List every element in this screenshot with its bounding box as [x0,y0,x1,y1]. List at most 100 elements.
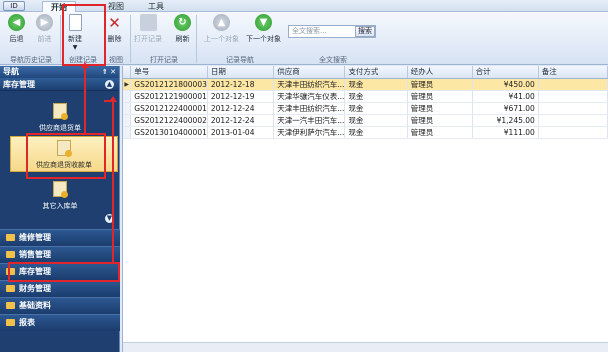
cell-remark [538,102,608,115]
forward-button[interactable]: ▶ 前进 [36,14,53,44]
delete-button[interactable]: ✕ 删除 [106,14,123,44]
separator [60,15,61,63]
horizontal-scrollbar[interactable] [123,342,608,352]
column-header-supplier[interactable]: 供应商 [273,66,346,79]
table-header-row: 单号 日期 供应商 支付方式 经办人 合计 备注 [123,66,608,79]
document-icon [53,103,68,120]
prev-object-button[interactable]: ▲ 上一个对象 [204,14,239,44]
table-row[interactable]: ▶ GS2012121800003 2012-12-18 天津丰田纺织汽车...… [123,78,608,91]
tab-start[interactable]: 开始 [42,1,76,12]
cell-payment: 现金 [344,78,408,91]
document-icon [53,181,68,198]
row-indicator-icon [123,126,132,139]
cell-number: GS2013010400001 [130,126,208,139]
table-row[interactable]: GS2012122400001 2012-12-24 天津丰田纺织汽车... 现… [123,102,608,115]
cell-supplier: 天津一汽丰田汽车... [273,114,346,127]
cell-remark [538,90,608,103]
column-header-number[interactable]: 单号 [130,66,208,79]
open-record-icon [139,14,157,31]
navigation-sidebar: 导航 ⇑ ✕ 库存管理 ▲ 供应商退货单 供应商退货收款单 其它入库单 ▼ 维修… [0,66,120,352]
open-record-button[interactable]: 打开记录 [134,14,162,44]
app-menu-button[interactable]: ID [3,1,25,11]
cell-handler: 管理员 [407,78,473,91]
cell-supplier: 天津丰田纺织汽车... [273,78,346,91]
cell-handler: 管理员 [407,90,473,103]
cell-remark [538,114,608,127]
column-header-payment[interactable]: 支付方式 [344,66,408,79]
records-grid: 单号 日期 供应商 支付方式 经办人 合计 备注 ▶ GS20121218000… [122,66,608,352]
refresh-icon: ↻ [174,14,191,31]
module-repair[interactable]: 维修管理 [0,229,120,246]
group-label: 打开记录 [150,56,178,64]
tab-view[interactable]: 视图 [100,1,132,12]
folder-icon [6,285,15,292]
cell-total: ¥450.00 [472,78,539,91]
group-label: 导航历史记录 [10,56,52,64]
new-button[interactable]: 新建 ▼ [68,14,82,51]
cell-supplier: 天津伊利萨尔汽车... [273,126,346,139]
section-header[interactable]: 库存管理 ▲ [0,78,119,91]
annotation-arrow-line [112,100,114,264]
sidebar-item-supplier-return[interactable]: 供应商退货单 [0,100,120,136]
folder-icon [6,268,15,275]
cell-supplier: 天津华骧汽车仪表... [273,90,346,103]
annotation-arrow-line [104,100,114,102]
table-row[interactable]: GS2013010400001 2013-01-04 天津伊利萨尔汽车... 现… [123,126,608,139]
table-row[interactable]: GS2012122400002 2012-12-24 天津一汽丰田汽车... 现… [123,114,608,127]
module-sales[interactable]: 销售管理 [0,246,120,263]
cell-number: GS2012122400002 [130,114,208,127]
cell-total: ¥671.00 [472,102,539,115]
ribbon: ◀ 后退 ▶ 前进 新建 ▼ ✕ 删除 打开记录 ↻ 刷新 ▲ 上一个对象 ▼ … [0,12,608,65]
cell-date: 2012-12-24 [207,114,275,127]
cell-remark [538,78,608,91]
column-header-indicator [123,66,132,79]
forward-arrow-icon: ▶ [36,14,53,31]
up-arrow-icon: ▲ [213,14,230,31]
new-document-icon [68,14,82,31]
folder-icon [6,251,15,258]
down-arrow-icon: ▼ [255,14,272,31]
back-arrow-icon: ◀ [8,14,25,31]
cell-number: GS2012121800003 [130,78,208,91]
cell-handler: 管理员 [407,102,473,115]
annotation-arrowhead-up-icon [81,62,89,68]
cell-handler: 管理员 [407,126,473,139]
table-row[interactable]: GS2012121900001 2012-12-19 天津华骧汽车仪表... 现… [123,90,608,103]
column-header-total[interactable]: 合计 [472,66,539,79]
records-table: 单号 日期 供应商 支付方式 经办人 合计 备注 ▶ GS20121218000… [123,66,608,139]
cell-payment: 现金 [344,114,408,127]
cell-remark [538,126,608,139]
sidebar-header: 导航 ⇑ ✕ [0,66,119,78]
tab-tools[interactable]: 工具 [140,1,172,12]
sidebar-controls[interactable]: ⇑ ✕ [102,66,116,78]
module-inventory[interactable]: 库存管理 [0,263,120,280]
column-header-date[interactable]: 日期 [207,66,275,79]
group-label: 视图 [109,56,123,64]
ribbon-tabbar: ID 开始 视图 工具 [0,0,608,12]
row-indicator-icon [123,114,132,127]
group-label: 全文搜索 [319,56,347,64]
module-reports[interactable]: 报表 [0,314,120,331]
row-indicator-icon: ▶ [123,78,132,91]
column-header-handler[interactable]: 经办人 [407,66,473,79]
module-basic-data[interactable]: 基础资料 [0,297,120,314]
delete-x-icon: ✕ [108,13,121,32]
search-button[interactable]: 搜索 [355,26,375,37]
separator [130,15,131,63]
sidebar-item-supplier-refund[interactable]: 供应商退货收款单 [10,136,118,172]
next-object-button[interactable]: ▼ 下一个对象 [246,14,281,44]
module-list: 维修管理 销售管理 库存管理 财务管理 基础资料 报表 [0,229,120,331]
row-indicator-icon [123,102,132,115]
annotation-arrow-line [84,66,86,134]
cell-date: 2012-12-18 [207,78,275,91]
row-indicator-icon [123,90,132,103]
cell-number: GS2012121900001 [130,90,208,103]
separator [196,15,197,63]
cell-date: 2012-12-19 [207,90,275,103]
sidebar-item-other-inbound[interactable]: 其它入库单 [0,178,120,214]
back-button[interactable]: ◀ 后退 [8,14,25,44]
column-header-remark[interactable]: 备注 [538,66,608,79]
refresh-button[interactable]: ↻ 刷新 [174,14,191,44]
module-finance[interactable]: 财务管理 [0,280,120,297]
scroll-up-icon[interactable]: ▲ [105,80,114,89]
